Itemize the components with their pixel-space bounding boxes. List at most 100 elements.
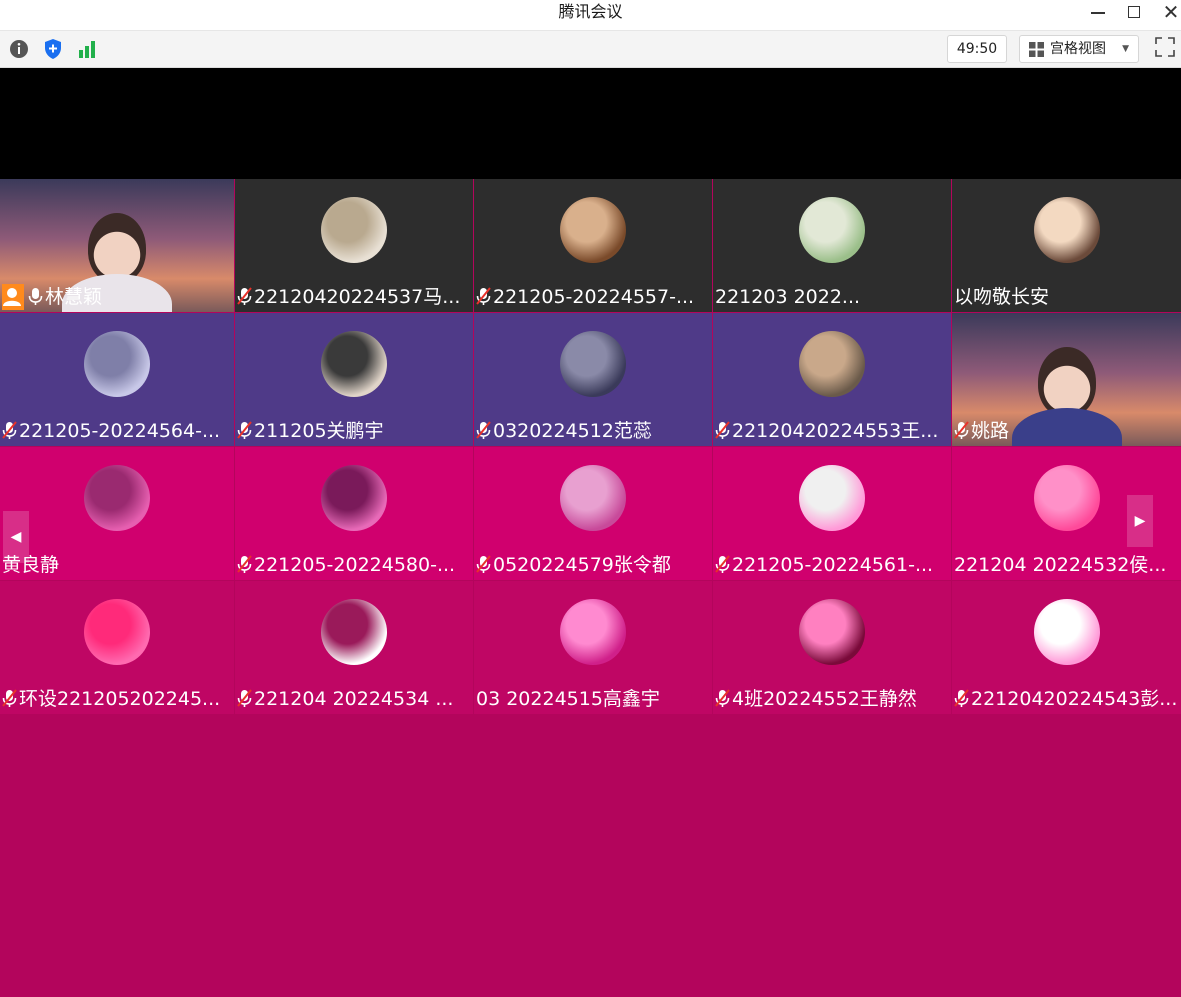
participant-tile[interactable]: 0520224579张令都	[474, 447, 712, 580]
participant-name: 221205-20224564-...	[2, 418, 230, 444]
participant-tile[interactable]: 环设221205202245...	[0, 581, 234, 714]
participant-name: 221203 2022...	[715, 284, 947, 310]
chevron-down-icon: ▼	[1122, 44, 1129, 54]
participant-name: 姚路	[954, 418, 1177, 444]
shared-screen-area	[0, 68, 1181, 179]
participant-tile[interactable]: 221203 2022...	[713, 179, 951, 312]
participant-tile[interactable]: 221205-20224561-...	[713, 447, 951, 580]
avatar	[799, 197, 865, 263]
maximize-button[interactable]	[1123, 2, 1145, 24]
participant-name-text: 22120420224543彭...	[971, 688, 1177, 710]
microphone-muted-icon	[476, 286, 493, 308]
host-icon	[2, 284, 24, 310]
participant-name: 211205关鹏宇	[237, 418, 469, 444]
participant-name-text: 221205-20224557-...	[493, 286, 695, 308]
microphone-muted-icon	[476, 554, 493, 576]
participant-tile[interactable]: 221205-20224557-...	[474, 179, 712, 312]
shield-icon[interactable]	[41, 37, 65, 61]
microphone-muted-icon	[2, 420, 19, 442]
avatar	[560, 197, 626, 263]
meeting-timer: 49:50	[947, 35, 1007, 63]
participant-name-text: 姚路	[971, 420, 1010, 442]
participant-name-text: 22120420224537马...	[254, 286, 461, 308]
participant-tile[interactable]: 22120420224543彭...	[952, 581, 1181, 714]
video-grid: 林慧颖 22120420224537马... 221205-20224557-...…	[0, 68, 1181, 997]
participant-name: 4班20224552王静然	[715, 686, 947, 712]
participant-name-text: 221205-20224580-...	[254, 554, 456, 576]
participant-name: 0320224512范蕊	[476, 418, 708, 444]
participant-tile[interactable]: 4班20224552王静然	[713, 581, 951, 714]
fullscreen-icon[interactable]	[1154, 36, 1176, 58]
view-mode-button[interactable]: 宫格视图 ▼	[1019, 35, 1139, 63]
participant-name: 221204 20224534 ...	[237, 686, 469, 712]
participant-name-text: 环设221205202245...	[19, 688, 221, 710]
title-bar: 腾讯会议 ✕	[0, 0, 1181, 31]
microphone-muted-icon	[715, 420, 732, 442]
participant-name: 以吻敬长安	[954, 284, 1177, 310]
avatar	[84, 331, 150, 397]
avatar	[1033, 465, 1100, 531]
participant-name-text: 221205-20224561-...	[732, 554, 934, 576]
close-button[interactable]: ✕	[1160, 2, 1181, 24]
participant-name-text: 221204 20224532侯...	[954, 554, 1167, 576]
meeting-toolbar: 49:50 宫格视图 ▼	[0, 31, 1181, 68]
avatar	[1033, 599, 1100, 665]
avatar	[1033, 197, 1100, 263]
participant-tile[interactable]: 221205-20224564-...	[0, 313, 234, 446]
participant-tile[interactable]: 221204 20224534 ...	[235, 581, 473, 714]
participant-tile[interactable]: 0320224512范蕊	[474, 313, 712, 446]
participant-name-text: 221205-20224564-...	[19, 420, 221, 442]
microphone-muted-icon	[715, 688, 732, 710]
app-title: 腾讯会议	[558, 2, 623, 21]
microphone-muted-icon	[954, 688, 971, 710]
participant-name: 林慧颖	[2, 284, 230, 310]
avatar	[799, 465, 865, 531]
participant-name-text: 221204 20224534 ...	[254, 688, 454, 710]
participant-name-text: 4班20224552王静然	[732, 688, 917, 710]
participant-tile[interactable]: 林慧颖	[0, 179, 234, 312]
microphone-muted-icon	[2, 688, 19, 710]
participant-tile[interactable]: 黄良静	[0, 447, 234, 580]
participant-name-text: 以吻敬长安	[954, 286, 1050, 308]
participant-name: 03 20224515高鑫宇	[476, 686, 708, 712]
page-next-button[interactable]: ▶	[1127, 495, 1153, 547]
microphone-muted-icon	[237, 688, 254, 710]
participant-name-text: 22120420224553王...	[732, 420, 939, 442]
avatar	[84, 465, 150, 531]
avatar	[321, 599, 387, 665]
info-icon[interactable]	[7, 37, 31, 61]
avatar	[560, 331, 626, 397]
participant-name-text: 0520224579张令都	[493, 554, 671, 576]
avatar	[321, 465, 387, 531]
avatar	[560, 599, 626, 665]
participant-name: 221204 20224532侯...	[954, 552, 1177, 578]
minimize-button[interactable]	[1087, 2, 1109, 24]
participant-name: 黄良静	[2, 552, 230, 578]
participant-name: 22120420224553王...	[715, 418, 947, 444]
microphone-muted-icon	[237, 554, 254, 576]
participant-name-text: 0320224512范蕊	[493, 420, 652, 442]
participant-name-text: 211205关鹏宇	[254, 420, 384, 442]
participant-tile[interactable]: 221205-20224580-...	[235, 447, 473, 580]
participant-tile[interactable]: 03 20224515高鑫宇	[474, 581, 712, 714]
microphone-muted-icon	[237, 286, 254, 308]
microphone-muted-icon	[715, 554, 732, 576]
participant-tile[interactable]: 211205关鹏宇	[235, 313, 473, 446]
grid-icon	[1029, 42, 1044, 61]
participant-tile[interactable]: 姚路	[952, 313, 1181, 446]
participant-name: 环设221205202245...	[2, 686, 230, 712]
participant-name: 0520224579张令都	[476, 552, 708, 578]
participant-tile[interactable]: 22120420224537马...	[235, 179, 473, 312]
microphone-icon	[28, 286, 45, 308]
signal-icon[interactable]	[75, 37, 99, 61]
participant-tile[interactable]: 以吻敬长安	[952, 179, 1181, 312]
participant-name: 22120420224543彭...	[954, 686, 1177, 712]
participant-tile[interactable]: 22120420224553王...	[713, 313, 951, 446]
participant-name-text: 林慧颖	[45, 286, 103, 308]
avatar	[560, 465, 626, 531]
participant-name-text: 221203 2022...	[715, 286, 861, 308]
avatar	[84, 599, 150, 665]
avatar	[321, 197, 387, 263]
participant-name: 221205-20224561-...	[715, 552, 947, 578]
page-prev-button[interactable]: ◀	[3, 511, 29, 563]
